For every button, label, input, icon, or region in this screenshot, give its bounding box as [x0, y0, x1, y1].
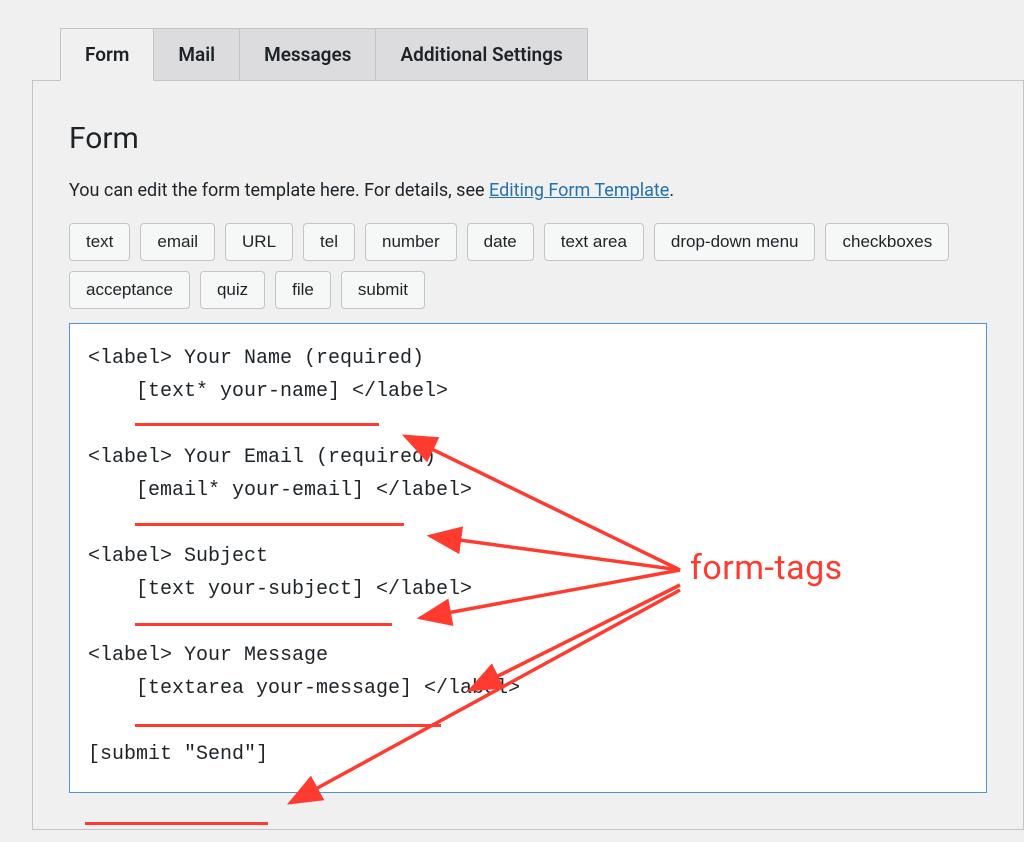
- tag-dropdown-button[interactable]: drop-down menu: [654, 223, 816, 261]
- panel-title: Form: [69, 121, 987, 156]
- form-template-editor[interactable]: <label> Your Name (required) [text* your…: [69, 323, 987, 793]
- tab-additional-settings[interactable]: Additional Settings: [375, 28, 587, 81]
- tag-file-button[interactable]: file: [275, 271, 331, 309]
- tag-acceptance-button[interactable]: acceptance: [69, 271, 190, 309]
- annotation-underline-1: [135, 423, 379, 426]
- tag-quiz-button[interactable]: quiz: [200, 271, 265, 309]
- panel-desc-suffix: .: [669, 180, 674, 201]
- editing-form-template-link[interactable]: Editing Form Template: [489, 180, 669, 201]
- tag-button-row: text email URL tel number date text area…: [69, 223, 987, 309]
- tag-number-button[interactable]: number: [365, 223, 457, 261]
- form-panel: Form You can edit the form template here…: [32, 80, 1024, 830]
- tab-messages[interactable]: Messages: [239, 28, 376, 81]
- panel-desc-text: You can edit the form template here. For…: [69, 180, 489, 201]
- panel-description: You can edit the form template here. For…: [69, 180, 987, 201]
- tag-textarea-button[interactable]: text area: [544, 223, 644, 261]
- tag-tel-button[interactable]: tel: [303, 223, 355, 261]
- tab-form[interactable]: Form: [60, 28, 154, 81]
- annotation-underline-5: [85, 822, 268, 825]
- annotation-label: form-tags: [690, 548, 843, 588]
- tag-url-button[interactable]: URL: [225, 223, 293, 261]
- annotation-underline-4: [135, 724, 441, 727]
- tab-bar: Form Mail Messages Additional Settings: [0, 0, 1024, 81]
- annotation-underline-3: [135, 623, 392, 626]
- tag-date-button[interactable]: date: [467, 223, 534, 261]
- tag-checkboxes-button[interactable]: checkboxes: [825, 223, 949, 261]
- tag-text-button[interactable]: text: [69, 223, 130, 261]
- tag-submit-button[interactable]: submit: [341, 271, 425, 309]
- tab-mail[interactable]: Mail: [153, 28, 240, 81]
- tag-email-button[interactable]: email: [140, 223, 215, 261]
- annotation-underline-2: [135, 523, 404, 526]
